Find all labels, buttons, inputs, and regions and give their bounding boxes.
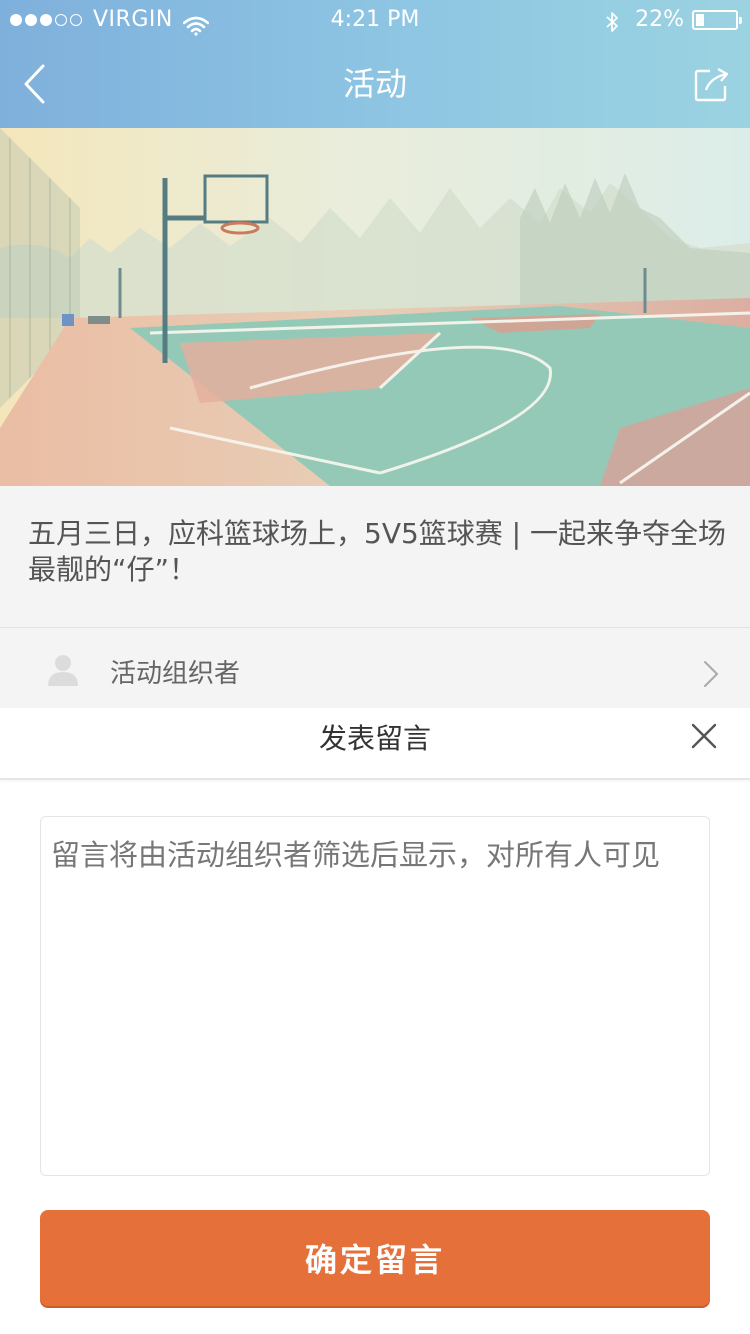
event-cover-image [0, 128, 750, 486]
bluetooth-icon [605, 8, 619, 32]
event-title-section: 五月三日，应科篮球场上，5V5篮球赛 | 一起来争夺全场最靓的“仔”！ [0, 486, 750, 628]
battery-level [696, 14, 704, 26]
back-button[interactable] [14, 60, 54, 108]
comment-sheet-title: 发表留言 [318, 722, 431, 755]
close-icon [691, 723, 717, 749]
share-button[interactable] [694, 66, 730, 102]
organizer-row[interactable]: 活动组织者 [0, 628, 750, 708]
comment-sheet-header: 发表留言 [0, 708, 750, 780]
basketball-court-photo [0, 128, 750, 486]
battery-icon [692, 10, 742, 30]
status-bar: VIRGIN 4:21 PM 22% [0, 0, 750, 40]
person-icon [48, 655, 78, 686]
close-button[interactable] [690, 722, 718, 750]
status-right: 22% [605, 0, 742, 40]
chevron-left-icon [24, 64, 45, 104]
battery-percent: 22% [635, 7, 684, 32]
submit-comment-button[interactable]: 确定留言 [40, 1210, 710, 1306]
organizer-label: 活动组织者 [110, 659, 241, 689]
app-header: VIRGIN 4:21 PM 22% 活动 [0, 0, 750, 128]
page-title: 活动 [342, 65, 407, 103]
nav-bar: 活动 [0, 40, 750, 128]
share-icon [694, 67, 729, 102]
comment-textarea[interactable] [40, 816, 710, 1176]
event-title: 五月三日，应科篮球场上，5V5篮球赛 | 一起来争夺全场最靓的“仔”！ [28, 517, 727, 586]
comment-sheet: 发表留言 确定留言 [0, 708, 750, 1334]
chevron-right-icon [704, 661, 718, 687]
